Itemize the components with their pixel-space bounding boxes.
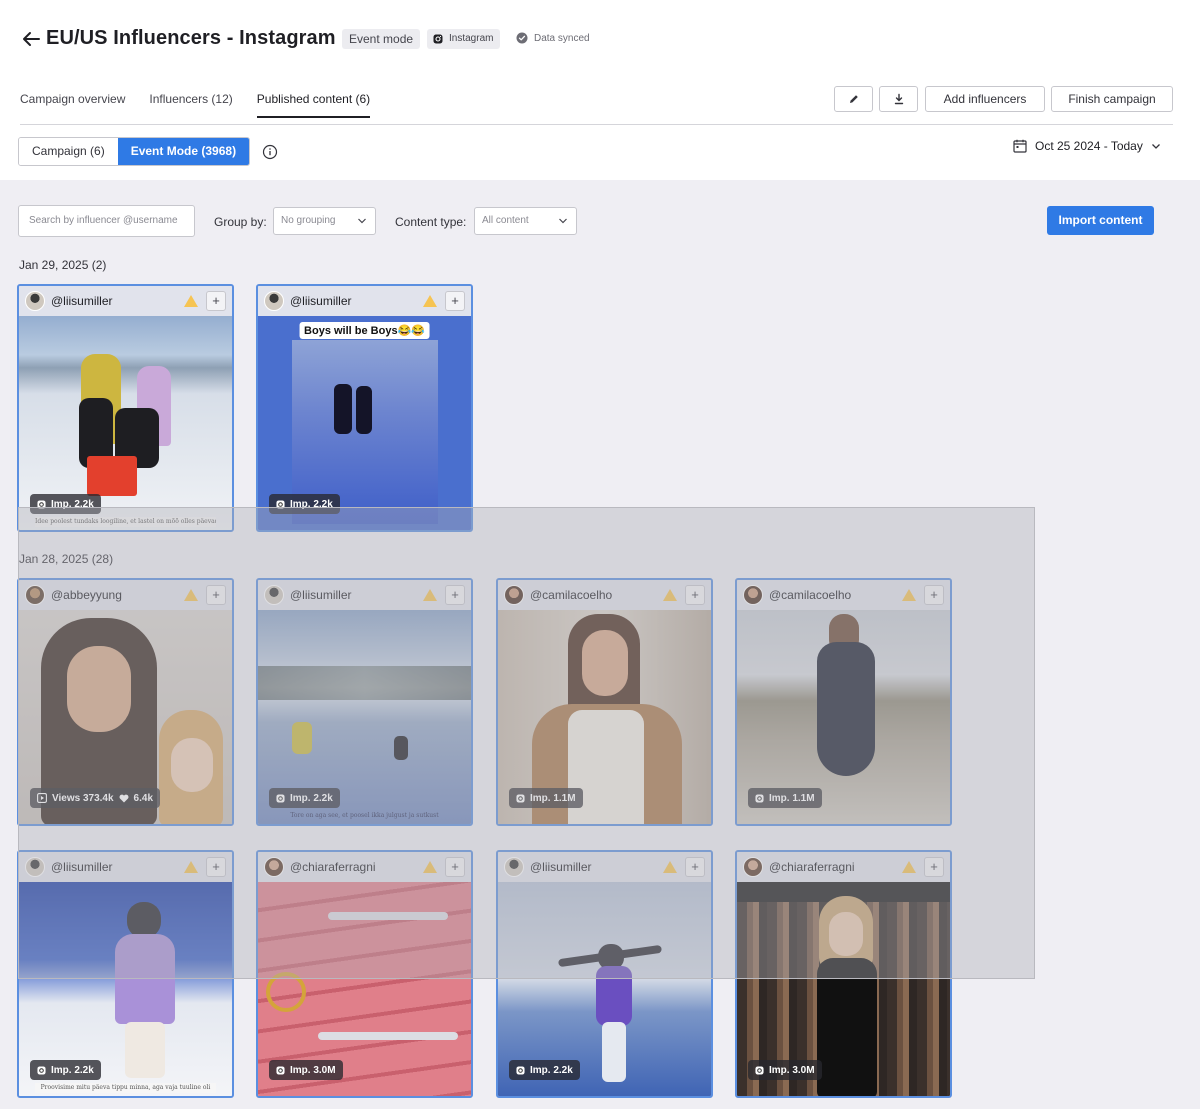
tabs-divider <box>20 124 1173 125</box>
search-input[interactable]: Search by influencer @username <box>18 205 195 237</box>
tab-published-content[interactable]: Published content (6) <box>256 92 371 118</box>
content-type-value: All content <box>482 215 529 226</box>
date-range-label: Oct 25 2024 - Today <box>1035 139 1143 153</box>
metric-value: Imp. 3.0M <box>290 1064 336 1076</box>
avatar <box>264 291 284 311</box>
date-range-picker[interactable]: Oct 25 2024 - Today <box>1013 139 1161 153</box>
platform-badge-label: Instagram <box>449 33 494 44</box>
selection-overlay <box>18 507 1035 979</box>
calendar-icon <box>1013 139 1027 153</box>
page-title: EU/US Influencers - Instagram <box>46 27 336 49</box>
tab-campaign-overview[interactable]: Campaign overview <box>20 92 125 118</box>
chevron-down-icon <box>559 218 567 224</box>
video-caption: Boys will be Boys😂😂 <box>299 322 430 339</box>
video-subtitle: Proovisime mitu päeva tippu minna, aga v… <box>35 1083 216 1093</box>
download-button[interactable] <box>879 86 918 112</box>
impressions-metric: Imp. 3.0M <box>748 1060 822 1080</box>
instagram-icon <box>433 34 443 44</box>
chevron-down-icon <box>1151 144 1160 149</box>
sync-status-label: Data synced <box>534 32 590 44</box>
metric-value: Imp. 2.2k <box>51 1064 94 1076</box>
info-icon[interactable] <box>262 144 278 160</box>
metric-value: Imp. 3.0M <box>769 1064 815 1076</box>
published-content-area: Search by influencer @username Group by:… <box>0 180 1200 1109</box>
warning-icon[interactable] <box>422 294 438 308</box>
campaign-tabs: Campaign overview Influencers (12) Publi… <box>20 92 371 118</box>
influencer-handle[interactable]: @liisumiller <box>51 294 183 308</box>
back-arrow-icon[interactable] <box>20 28 42 50</box>
group-by-label: Group by: <box>214 215 267 229</box>
warning-icon[interactable] <box>183 294 199 308</box>
avatar <box>25 291 45 311</box>
add-to-campaign-button[interactable]: + <box>206 291 226 311</box>
download-icon <box>894 93 903 105</box>
instagram-icon <box>276 1065 285 1075</box>
content-type-select[interactable]: All content <box>474 207 577 235</box>
group-date-label: Jan 29, 2025 (2) <box>19 258 107 272</box>
card-header: @liisumiller + <box>19 286 232 316</box>
impressions-metric: Imp. 2.2k <box>30 1060 101 1080</box>
sync-status: Data synced <box>516 32 590 44</box>
page-header: EU/US Influencers - Instagram Event mode… <box>0 0 1200 180</box>
instagram-icon <box>516 1065 525 1075</box>
metric-value: Imp. 2.2k <box>530 1064 573 1076</box>
instagram-icon <box>755 1065 764 1075</box>
chevron-down-icon <box>358 218 366 224</box>
mode-segmented-control: Campaign (6) Event Mode (3968) <box>18 137 251 166</box>
finish-campaign-button[interactable]: Finish campaign <box>1051 86 1173 112</box>
add-to-campaign-button[interactable]: + <box>445 291 465 311</box>
impressions-metric: Imp. 2.2k <box>509 1060 580 1080</box>
content-card[interactable]: @liisumiller + Boys will be Boys😂😂 Imp. … <box>256 284 473 532</box>
pencil-icon <box>849 95 858 103</box>
instagram-icon <box>37 1065 46 1075</box>
platform-badge: Instagram <box>427 29 501 49</box>
check-circle-icon <box>516 32 528 44</box>
group-by-select[interactable]: No grouping <box>273 207 376 235</box>
import-content-button[interactable]: Import content <box>1047 206 1154 235</box>
influencer-handle[interactable]: @liisumiller <box>290 294 422 308</box>
event-mode-segment[interactable]: Event Mode (3968) <box>117 138 250 165</box>
impressions-metric: Imp. 3.0M <box>269 1060 343 1080</box>
group-by-value: No grouping <box>281 215 336 226</box>
campaign-segment[interactable]: Campaign (6) <box>19 138 118 165</box>
add-influencers-button[interactable]: Add influencers <box>925 86 1045 112</box>
card-header: @liisumiller + <box>258 286 471 316</box>
content-type-label: Content type: <box>395 215 467 229</box>
tab-influencers[interactable]: Influencers (12) <box>149 92 232 118</box>
content-card[interactable]: @liisumiller + Imp. 2.2k Idee poolest tu… <box>17 284 234 532</box>
event-mode-badge: Event mode <box>342 29 421 49</box>
edit-button[interactable] <box>834 86 873 112</box>
